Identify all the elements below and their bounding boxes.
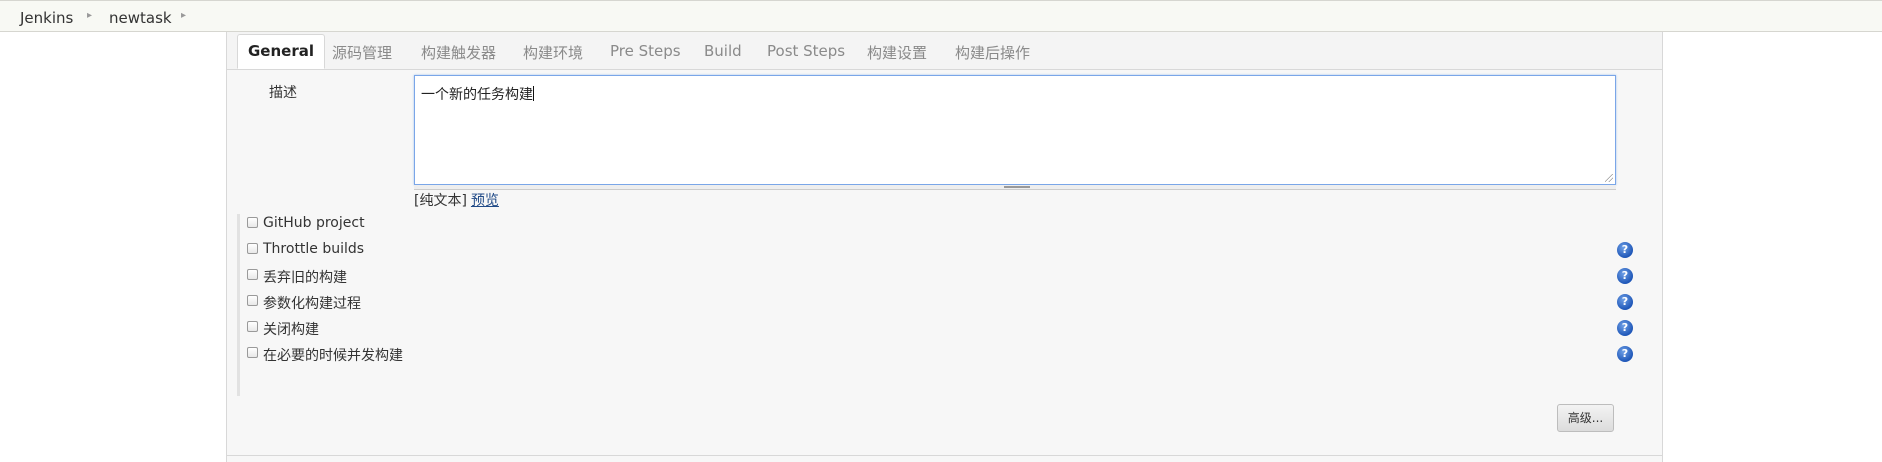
advanced-button[interactable]: 高级... xyxy=(1557,404,1614,432)
option-disable-build: 关闭构建 ? xyxy=(247,318,1637,340)
option-checkbox[interactable] xyxy=(247,269,258,280)
option-label[interactable]: Throttle builds xyxy=(263,241,364,257)
text-caret xyxy=(533,86,534,101)
option-label[interactable]: 丢弃旧的构建 xyxy=(263,267,347,287)
help-icon[interactable]: ? xyxy=(1617,294,1633,310)
option-github-project: GitHub project xyxy=(247,214,1637,236)
section-divider xyxy=(227,455,1662,456)
option-discard-old-builds: 丢弃旧的构建 ? xyxy=(247,266,1637,288)
tab-post-build-actions[interactable]: 构建后操作 xyxy=(955,42,1030,63)
config-panel: General 源码管理 构建触发器 构建环境 Pre Steps Build … xyxy=(226,32,1663,462)
tab-general[interactable]: General xyxy=(237,34,325,69)
option-checkbox[interactable] xyxy=(247,217,258,228)
tab-bar: General 源码管理 构建触发器 构建环境 Pre Steps Build … xyxy=(227,32,1662,70)
option-throttle-builds: Throttle builds ? xyxy=(247,240,1637,262)
textarea-drag-bar[interactable] xyxy=(414,185,1616,190)
tab-build[interactable]: Build xyxy=(704,42,742,60)
drag-grip-icon xyxy=(1004,186,1030,188)
breadcrumb-arrow-icon[interactable]: ▸ xyxy=(181,10,186,21)
option-label[interactable]: 在必要的时候并发构建 xyxy=(263,345,403,365)
tab-build-settings[interactable]: 构建设置 xyxy=(867,42,927,63)
options-rail xyxy=(237,214,240,396)
format-prefix: [纯文本] xyxy=(414,193,467,209)
description-value: 一个新的任务构建 xyxy=(421,87,533,103)
tab-build-triggers[interactable]: 构建触发器 xyxy=(421,42,496,63)
help-icon[interactable]: ? xyxy=(1617,320,1633,336)
option-checkbox[interactable] xyxy=(247,295,258,306)
option-checkbox[interactable] xyxy=(247,321,258,332)
breadcrumb: Jenkins ▸ newtask ▸ xyxy=(0,0,1882,32)
description-textarea[interactable]: 一个新的任务构建 xyxy=(414,75,1616,185)
option-checkbox[interactable] xyxy=(247,347,258,358)
option-label[interactable]: 参数化构建过程 xyxy=(263,293,361,313)
tab-source-control[interactable]: 源码管理 xyxy=(332,42,392,63)
breadcrumb-jenkins[interactable]: Jenkins xyxy=(20,9,73,27)
option-label[interactable]: 关闭构建 xyxy=(263,319,319,339)
option-label[interactable]: GitHub project xyxy=(263,215,365,231)
breadcrumb-newtask[interactable]: newtask xyxy=(109,9,172,27)
description-label: 描述 xyxy=(269,85,297,101)
option-concurrent-builds: 在必要的时候并发构建 ? xyxy=(247,344,1637,366)
breadcrumb-arrow-icon[interactable]: ▸ xyxy=(87,10,92,21)
help-icon[interactable]: ? xyxy=(1617,346,1633,362)
help-icon[interactable]: ? xyxy=(1617,268,1633,284)
markup-format-line: [纯文本] 预览 xyxy=(414,190,499,210)
tab-build-environment[interactable]: 构建环境 xyxy=(523,42,583,63)
option-parameterized-build: 参数化构建过程 ? xyxy=(247,292,1637,314)
help-icon[interactable]: ? xyxy=(1617,242,1633,258)
tab-pre-steps[interactable]: Pre Steps xyxy=(610,42,681,60)
option-checkbox[interactable] xyxy=(247,243,258,254)
preview-link[interactable]: 预览 xyxy=(471,193,499,209)
tab-post-steps[interactable]: Post Steps xyxy=(767,42,845,60)
resize-handle-icon[interactable] xyxy=(1605,174,1613,182)
